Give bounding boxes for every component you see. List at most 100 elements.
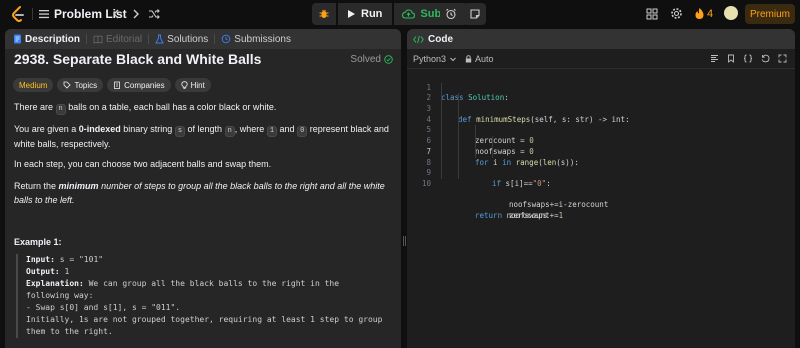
tab-submissions-label: Submissions — [234, 33, 291, 45]
tab-submissions[interactable]: Submissions — [217, 29, 295, 49]
hint-chip[interactable]: Hint — [174, 78, 211, 92]
code-line: 8 zerocount+=1 — [407, 146, 795, 220]
lock-icon — [465, 55, 472, 63]
solved-label: Solved — [350, 54, 381, 65]
check-circle-icon — [384, 55, 393, 64]
indent-guide — [458, 104, 459, 115]
debug-button[interactable] — [312, 3, 336, 25]
indent-guide — [458, 114, 459, 126]
inline-code: n — [224, 126, 235, 137]
example-heading: Example 1: — [14, 237, 62, 247]
code-line: 10 return noofswaps — [407, 168, 795, 220]
note-icon — [470, 9, 480, 19]
code-text: noofswaps+=i-zerocount — [509, 200, 609, 210]
explanation-text: - Swap s[0] and s[1], s = "011". — [26, 303, 181, 312]
number-literal: 1 — [558, 211, 564, 221]
problem-tags: Medium Topics Companies Hint — [13, 78, 211, 92]
inline-code: n — [55, 104, 66, 115]
timer-button[interactable] — [440, 3, 462, 25]
notes-button[interactable] — [464, 3, 486, 25]
panel-resize-handle[interactable] — [403, 236, 406, 246]
topics-chip[interactable]: Topics — [57, 78, 104, 92]
indent-guide — [441, 114, 442, 126]
input-label: Input: — [26, 255, 55, 264]
format-align-icon[interactable] — [710, 54, 719, 63]
code-text: noofswaps — [502, 211, 548, 220]
example-output: Output: 1 — [26, 266, 396, 278]
description-tabs: Description Editorial Solutions Submissi… — [5, 29, 401, 49]
chevron-down-icon — [450, 57, 456, 62]
explanation-text: Initially, 1s are not grouped together, … — [26, 315, 383, 324]
emphasis-text: minimum — [58, 181, 99, 191]
tab-description-label: Description — [25, 33, 81, 45]
string-literal: "0" — [532, 178, 547, 188]
divider — [148, 34, 150, 44]
inline-code: 0 — [297, 126, 308, 137]
divider — [32, 8, 33, 20]
alarm-clock-icon — [446, 8, 456, 20]
chevron-right-icon[interactable] — [130, 8, 142, 20]
bookmark-icon[interactable] — [727, 54, 735, 63]
auto-mode-toggle[interactable]: Auto — [465, 54, 494, 64]
text: of length — [187, 124, 223, 134]
indent-guide — [458, 168, 459, 179]
text: and — [279, 124, 295, 134]
text: Return the — [14, 181, 57, 191]
shuffle-icon[interactable] — [148, 8, 160, 20]
text: There are — [14, 102, 54, 112]
bug-icon — [319, 9, 329, 18]
code-editor[interactable]: 1 class Solution: 2 def minimumSteps(sel… — [407, 72, 795, 220]
code-line: 7 noofswaps+=i-zerocount — [407, 136, 795, 209]
tag-icon — [64, 81, 72, 89]
editor-actions — [710, 54, 787, 63]
code-line: 4 noofswaps = 0 — [407, 104, 795, 156]
tab-editorial[interactable]: Editorial — [89, 29, 146, 49]
expand-icon[interactable] — [778, 54, 787, 63]
tab-description[interactable]: Description — [9, 29, 84, 49]
premium-button[interactable]: Premium — [745, 4, 795, 24]
explanation-text: We can group all the black balls to the … — [83, 279, 340, 288]
indent-guide — [441, 168, 442, 179]
code-text: return noofswaps — [475, 211, 547, 222]
run-label: Run — [361, 8, 383, 20]
layout-grid-icon[interactable] — [646, 8, 658, 20]
document-icon — [14, 34, 21, 44]
curly-braces-icon[interactable] — [743, 54, 753, 63]
companies-chip[interactable]: Companies — [107, 78, 171, 92]
reset-icon[interactable] — [761, 54, 770, 63]
top-bar: Problem List Run Submit 4 Premium — [0, 0, 800, 28]
fire-streak-icon[interactable] — [694, 7, 705, 20]
indent-guide — [475, 125, 476, 137]
editor-toolbar: Python3 Auto — [407, 49, 795, 69]
indent-guide — [441, 146, 442, 158]
bold-text: 0-indexed — [78, 124, 121, 134]
example-block: Input: s = "101" Output: 1 Explanation: … — [16, 254, 396, 338]
book-icon — [93, 35, 103, 44]
example-input: Input: s = "101" — [26, 254, 396, 266]
leetcode-logo-icon[interactable] — [10, 5, 26, 23]
avatar[interactable] — [724, 6, 738, 20]
difficulty-badge: Medium — [13, 78, 54, 92]
cloud-upload-icon — [402, 9, 416, 19]
tab-solutions[interactable]: Solutions — [151, 29, 212, 49]
indent-guide — [458, 125, 459, 137]
divider — [86, 34, 88, 44]
play-icon — [348, 10, 355, 18]
inline-code: s — [174, 126, 186, 137]
language-select[interactable]: Python3 — [413, 54, 457, 64]
input-value: s = "101" — [54, 255, 104, 264]
history-icon — [222, 34, 231, 44]
run-button[interactable]: Run — [338, 3, 393, 25]
description-panel: Description Editorial Solutions Submissi… — [5, 29, 401, 348]
gear-icon[interactable] — [670, 7, 683, 20]
companies-label: Companies — [124, 80, 165, 90]
chevron-left-icon[interactable] — [110, 8, 122, 20]
indent-guide — [441, 82, 442, 94]
example-explanation: Explanation: We can group all the black … — [26, 278, 396, 290]
language-label: Python3 — [413, 54, 447, 64]
code-text: s[i]== — [501, 178, 533, 188]
code-line: 1 class Solution: — [407, 72, 795, 103]
indent-guide — [441, 136, 442, 147]
problem-list-icon[interactable] — [38, 8, 50, 20]
code-panel: Code Python3 Auto 1 class Solution: 2 de… — [407, 29, 795, 348]
